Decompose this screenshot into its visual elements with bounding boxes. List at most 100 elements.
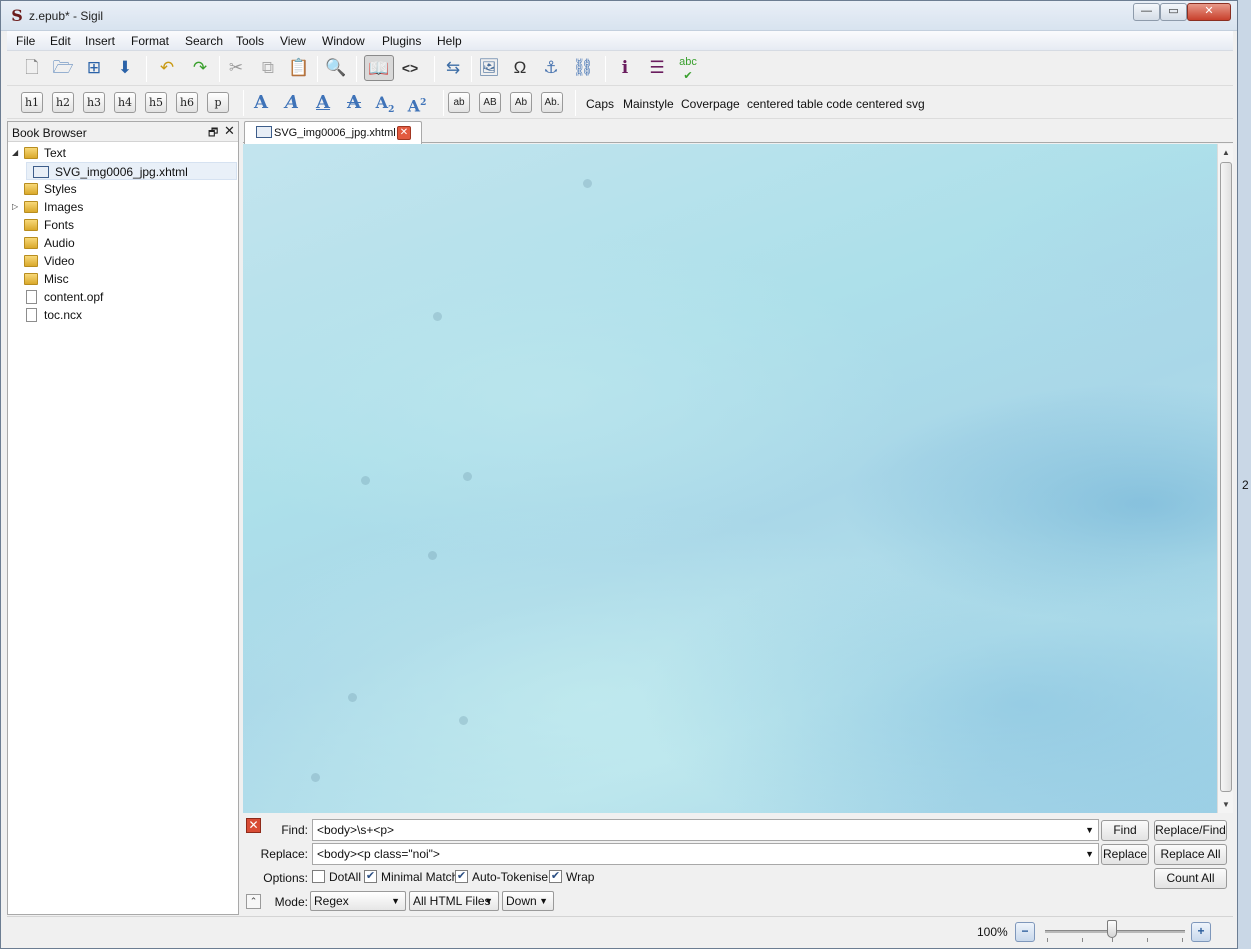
- tree-item-styles[interactable]: Styles: [8, 180, 238, 198]
- editor-tab[interactable]: SVG_img0006_jpg.xhtml ✕: [244, 121, 422, 144]
- bold-icon[interactable]: A: [249, 91, 273, 115]
- menu-window[interactable]: Window: [322, 34, 365, 48]
- heading-1-button[interactable]: h1: [21, 92, 43, 113]
- new-file-icon[interactable]: 🗋: [19, 55, 45, 81]
- chevron-down-icon[interactable]: ▼: [1085, 844, 1094, 864]
- lowercase-button[interactable]: ab: [448, 92, 470, 113]
- paste-icon[interactable]: 📋: [286, 55, 312, 81]
- copy-icon[interactable]: ⧉: [255, 55, 281, 81]
- find-button[interactable]: Find: [1101, 820, 1149, 841]
- menu-search[interactable]: Search: [185, 34, 223, 48]
- close-panel-icon[interactable]: ✕: [224, 123, 235, 139]
- float-panel-icon[interactable]: 🗗: [208, 124, 218, 143]
- count-all-button[interactable]: Count All: [1154, 868, 1227, 889]
- link-icon[interactable]: ⛓: [570, 55, 596, 81]
- menu-tools[interactable]: Tools: [236, 34, 264, 48]
- clip-centered-svg[interactable]: centered svg: [856, 97, 925, 111]
- strikethrough-icon[interactable]: A: [342, 91, 366, 115]
- expanded-arrow-icon[interactable]: ◢: [12, 144, 18, 162]
- scroll-up-icon[interactable]: ▲: [1222, 148, 1230, 157]
- heading-3-button[interactable]: h3: [83, 92, 105, 113]
- undo-icon[interactable]: ↶: [154, 55, 180, 81]
- clip-centered-table-code[interactable]: centered table code: [747, 97, 852, 111]
- heading-2-button[interactable]: h2: [52, 92, 74, 113]
- replace-all-button[interactable]: Replace All: [1154, 844, 1227, 865]
- minimize-button[interactable]: —: [1133, 3, 1160, 21]
- metadata-info-icon[interactable]: ⅰ: [612, 55, 638, 81]
- replace-input[interactable]: <body><p class="noi"> ▼: [312, 843, 1099, 865]
- redo-icon[interactable]: ↷: [187, 55, 213, 81]
- image-speck: [459, 716, 468, 725]
- background-window-text: 2: [1242, 478, 1249, 492]
- close-tab-icon[interactable]: ✕: [397, 126, 411, 140]
- tree-item-toc-ncx[interactable]: toc.ncx: [8, 306, 238, 324]
- preview-vertical-scrollbar[interactable]: ▲ ▼: [1217, 144, 1233, 813]
- table-of-contents-icon[interactable]: ☰: [644, 55, 670, 81]
- preview-search-icon[interactable]: 🔍: [323, 55, 349, 81]
- book-view-preview[interactable]: [243, 144, 1217, 813]
- mode-select[interactable]: Regex ▼: [310, 891, 406, 911]
- italic-icon[interactable]: A: [280, 91, 304, 115]
- wrap-checkbox[interactable]: ✔: [549, 870, 562, 883]
- menu-view[interactable]: View: [280, 34, 306, 48]
- special-character-icon[interactable]: Ω: [507, 55, 533, 81]
- menu-insert[interactable]: Insert: [85, 34, 115, 48]
- zoom-out-button[interactable]: −: [1015, 922, 1035, 942]
- direction-select[interactable]: Down ▼: [502, 891, 554, 911]
- save-icon[interactable]: ⬇: [112, 55, 138, 81]
- heading-5-button[interactable]: h5: [145, 92, 167, 113]
- scope-select[interactable]: All HTML Files ▼: [409, 891, 499, 911]
- menu-edit[interactable]: Edit: [50, 34, 71, 48]
- minimal-match-checkbox[interactable]: ✔: [364, 870, 377, 883]
- tree-item-misc[interactable]: Misc: [8, 270, 238, 288]
- tree-item-video[interactable]: Video: [8, 252, 238, 270]
- uppercase-button[interactable]: AB: [479, 92, 501, 113]
- tree-item-images[interactable]: ▷ Images: [8, 198, 238, 216]
- menu-file[interactable]: File: [16, 34, 35, 48]
- cut-icon[interactable]: ✂: [223, 55, 249, 81]
- split-merge-icon[interactable]: ⇆: [440, 55, 466, 81]
- underline-icon[interactable]: A: [311, 91, 335, 115]
- sentencecase-button[interactable]: Ab.: [541, 92, 563, 113]
- tree-item-fonts[interactable]: Fonts: [8, 216, 238, 234]
- menu-format[interactable]: Format: [131, 34, 169, 48]
- zoom-slider-thumb[interactable]: [1107, 920, 1117, 938]
- chevron-down-icon[interactable]: ▼: [1085, 820, 1094, 840]
- collapsed-arrow-icon[interactable]: ▷: [12, 198, 18, 216]
- find-input[interactable]: <body>\s+<p> ▼: [312, 819, 1099, 841]
- clip-coverpage[interactable]: Coverpage: [681, 97, 740, 111]
- replace-find-button[interactable]: Replace/Find: [1154, 820, 1227, 841]
- tree-item-content-opf[interactable]: content.opf: [8, 288, 238, 306]
- toolbar-separator: [443, 90, 444, 116]
- insert-image-icon[interactable]: 🖼: [476, 55, 502, 81]
- dotall-checkbox[interactable]: [312, 870, 325, 883]
- xhtml-file-icon: [33, 166, 49, 178]
- zoom-in-button[interactable]: +: [1191, 922, 1211, 942]
- code-view-icon[interactable]: <>: [397, 55, 423, 81]
- replace-button[interactable]: Replace: [1101, 844, 1149, 865]
- menu-help[interactable]: Help: [437, 34, 462, 48]
- spellcheck-icon[interactable]: abc ✔: [675, 55, 701, 82]
- scrollbar-thumb[interactable]: [1220, 162, 1232, 792]
- close-window-button[interactable]: ✕: [1187, 3, 1231, 21]
- add-file-icon[interactable]: ⊞: [81, 55, 107, 81]
- menu-plugins[interactable]: Plugins: [382, 34, 421, 48]
- clip-mainstyle[interactable]: Mainstyle: [623, 97, 674, 111]
- tree-item-text[interactable]: ◢ Text: [8, 144, 238, 162]
- tree-item-svg-img0006-xhtml[interactable]: SVG_img0006_jpg.xhtml: [26, 162, 237, 180]
- maximize-button[interactable]: ▭: [1160, 3, 1187, 21]
- clip-caps[interactable]: Caps: [586, 97, 614, 111]
- scroll-down-icon[interactable]: ▼: [1222, 800, 1230, 809]
- auto-tokenise-checkbox[interactable]: ✔: [455, 870, 468, 883]
- heading-6-button[interactable]: h6: [176, 92, 198, 113]
- toolbar-separator: [434, 56, 435, 82]
- paragraph-button[interactable]: p: [207, 92, 229, 113]
- titlecase-button[interactable]: Ab: [510, 92, 532, 113]
- superscript-icon[interactable]: A2: [405, 91, 429, 115]
- book-view-icon[interactable]: 📖: [364, 55, 394, 81]
- open-folder-icon[interactable]: 🗁: [50, 55, 76, 81]
- anchor-icon[interactable]: ⚓: [538, 55, 564, 81]
- tree-item-audio[interactable]: Audio: [8, 234, 238, 252]
- heading-4-button[interactable]: h4: [114, 92, 136, 113]
- subscript-icon[interactable]: A2: [373, 91, 397, 115]
